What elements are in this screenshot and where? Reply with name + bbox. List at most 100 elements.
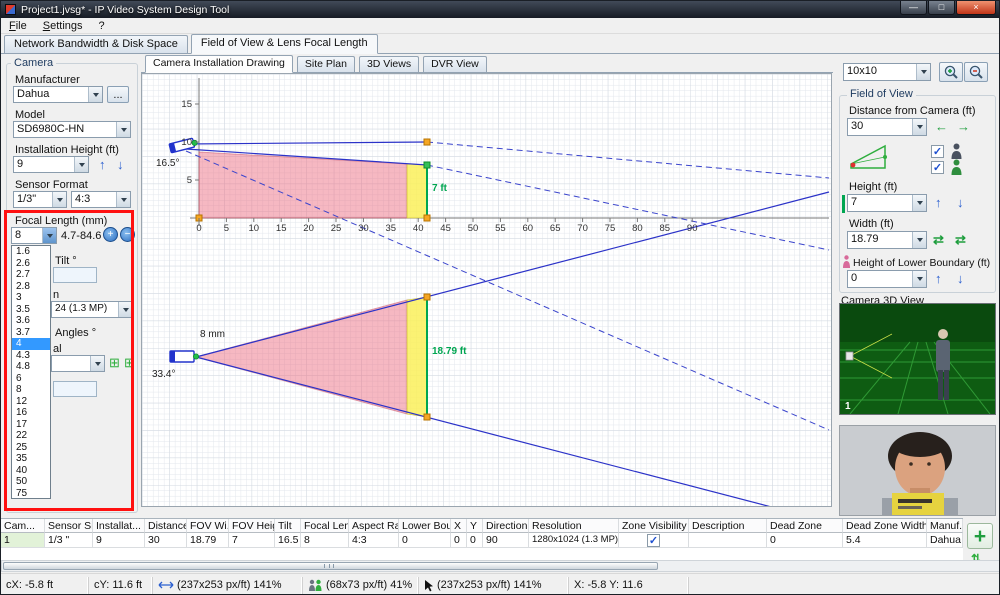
sensor-format-combo[interactable]: 1/3" (13, 191, 67, 208)
focal-option-8[interactable]: 8 (12, 384, 50, 396)
focal-option-50[interactable]: 50 (12, 476, 50, 488)
model-combo[interactable]: SD6980C-HN (13, 121, 131, 138)
fov-height-up-icon[interactable]: ↑ (935, 196, 942, 209)
menu-help[interactable]: ? (91, 19, 113, 33)
focal-option-40[interactable]: 40 (12, 465, 50, 477)
focal-length-dropdown-list[interactable]: 1.62.62.72.833.53.63.744.34.868121617222… (11, 245, 51, 499)
lower-boundary-down-icon[interactable]: ↓ (957, 272, 964, 285)
focal-option-16[interactable]: 16 (12, 407, 50, 419)
cell-y[interactable]: 0 (467, 533, 483, 548)
dropdown-arrow-icon[interactable] (118, 302, 132, 317)
installation-height-combo[interactable]: 9 (13, 156, 89, 173)
zoom-out-button[interactable] (964, 62, 988, 82)
col-y[interactable]: Y (467, 519, 483, 533)
focal-option-6[interactable]: 6 (12, 373, 50, 385)
dropdown-arrow-icon[interactable] (116, 192, 130, 207)
cell-aspect-ratio[interactable]: 4:3 (349, 533, 399, 548)
grid-tool-icon[interactable]: ⊞ (109, 356, 120, 369)
fov-height-combo[interactable]: 7 (847, 194, 927, 212)
show-person-checkbox[interactable] (931, 145, 944, 158)
cell-description[interactable] (689, 533, 767, 548)
minimize-button[interactable]: — (900, 1, 927, 15)
dropdown-arrow-icon[interactable] (116, 122, 130, 137)
camera-3d-view[interactable]: 1 (839, 303, 996, 415)
col-resolution[interactable]: Resolution (529, 519, 619, 533)
distance-combo[interactable]: 30 (847, 118, 927, 136)
manufacturer-combo[interactable]: Dahua (13, 86, 103, 103)
cell-x[interactable]: 0 (451, 533, 467, 548)
menu-settings[interactable]: Settings (35, 19, 91, 33)
view-angle-combo[interactable] (51, 355, 105, 372)
dropdown-arrow-icon[interactable] (912, 271, 926, 287)
cell-manufacturer[interactable]: Dahua (927, 533, 963, 548)
cell-fov-width[interactable]: 18.79 (187, 533, 229, 548)
focal-option-35[interactable]: 35 (12, 453, 50, 465)
cell-installation[interactable]: 9 (93, 533, 145, 548)
distance-decrease-icon[interactable]: ← (935, 120, 948, 133)
zoom-in-button[interactable] (939, 62, 963, 82)
cell-tilt[interactable]: 16.5 (275, 533, 301, 548)
fov-width-combo[interactable]: 18.79 (847, 231, 927, 249)
tab-field-of-view[interactable]: Field of View & Lens Focal Length (191, 34, 378, 54)
aspect-ratio-combo[interactable]: 4:3 (71, 191, 131, 208)
dropdown-arrow-icon[interactable] (912, 119, 926, 135)
focal-option-3.7[interactable]: 3.7 (12, 327, 50, 339)
tab-camera-installation-drawing[interactable]: Camera Installation Drawing (145, 55, 293, 73)
col-dead-zone[interactable]: Dead Zone (767, 519, 843, 533)
maximize-button[interactable]: □ (928, 1, 955, 15)
col-direction[interactable]: Direction (483, 519, 529, 533)
dropdown-arrow-icon[interactable] (916, 64, 930, 80)
focal-option-4[interactable]: 4 (12, 338, 50, 350)
cell-distance[interactable]: 30 (145, 533, 187, 548)
focal-option-17[interactable]: 17 (12, 419, 50, 431)
col-dead-zone-width[interactable]: Dead Zone Width (843, 519, 927, 533)
dropdown-arrow-icon[interactable] (42, 228, 56, 243)
dropdown-arrow-icon[interactable] (52, 192, 66, 207)
cell-dead-zone-width[interactable]: 5.4 (843, 533, 927, 548)
installation-drawing-canvas[interactable]: 16.5° 7 ft 8 mm 33.4° 18.79 ft 0510152 (141, 73, 832, 507)
dropdown-arrow-icon[interactable] (90, 356, 104, 371)
cell-sensor-size[interactable]: 1/3 " (45, 533, 93, 548)
dropdown-arrow-icon[interactable] (912, 195, 926, 211)
col-description[interactable]: Description (689, 519, 767, 533)
cell-focal-length[interactable]: 8 (301, 533, 349, 548)
col-zone-visibility[interactable]: Zone Visibility (619, 519, 689, 533)
col-aspect-ratio[interactable]: Aspect Ra... (349, 519, 399, 533)
vertical-angle-field[interactable] (53, 381, 97, 397)
col-installation[interactable]: Installat... (93, 519, 145, 533)
title-bar[interactable]: Project1.jvsg* - IP Video System Design … (1, 1, 1000, 18)
col-lower-boundary[interactable]: Lower Bou... (399, 519, 451, 533)
col-tilt[interactable]: Tilt (275, 519, 301, 533)
height-down-icon[interactable]: ↓ (117, 158, 124, 171)
focal-option-12[interactable]: 12 (12, 396, 50, 408)
cell-direction[interactable]: 90 (483, 533, 529, 548)
lower-boundary-up-icon[interactable]: ↑ (935, 272, 942, 285)
focal-helper-icon[interactable]: + (103, 227, 118, 242)
tab-network-bandwidth[interactable]: Network Bandwidth & Disk Space (4, 35, 188, 53)
grid-size-combo[interactable]: 10x10 (843, 63, 931, 81)
dropdown-arrow-icon[interactable] (912, 232, 926, 248)
focal-option-22[interactable]: 22 (12, 430, 50, 442)
cell-dead-zone[interactable]: 0 (767, 533, 843, 548)
tab-3d-views[interactable]: 3D Views (359, 56, 419, 72)
fov-width-narrow-icon[interactable]: ⇄ (933, 233, 944, 246)
zone-visibility-checkbox[interactable] (647, 534, 660, 547)
add-camera-button[interactable]: + (967, 523, 993, 549)
drag-handle[interactable] (424, 139, 430, 145)
drag-handle[interactable] (424, 215, 430, 221)
focal-option-2.7[interactable]: 2.7 (12, 269, 50, 281)
show-person-2-checkbox[interactable] (931, 161, 944, 174)
close-button[interactable]: × (956, 1, 996, 15)
col-focal-length[interactable]: Focal Len... (301, 519, 349, 533)
distance-increase-icon[interactable]: → (957, 120, 970, 133)
fov-height-down-icon[interactable]: ↓ (957, 196, 964, 209)
col-cam[interactable]: Cam... (1, 519, 45, 533)
focal-option-2.8[interactable]: 2.8 (12, 281, 50, 293)
focal-option-4.3[interactable]: 4.3 (12, 350, 50, 362)
focal-length-combo[interactable]: 8 (11, 227, 57, 244)
drag-handle[interactable] (424, 414, 430, 420)
tab-site-plan[interactable]: Site Plan (297, 56, 355, 72)
cell-lower-boundary[interactable]: 0 (399, 533, 451, 548)
col-distance[interactable]: Distance (145, 519, 187, 533)
focal-option-3.6[interactable]: 3.6 (12, 315, 50, 327)
